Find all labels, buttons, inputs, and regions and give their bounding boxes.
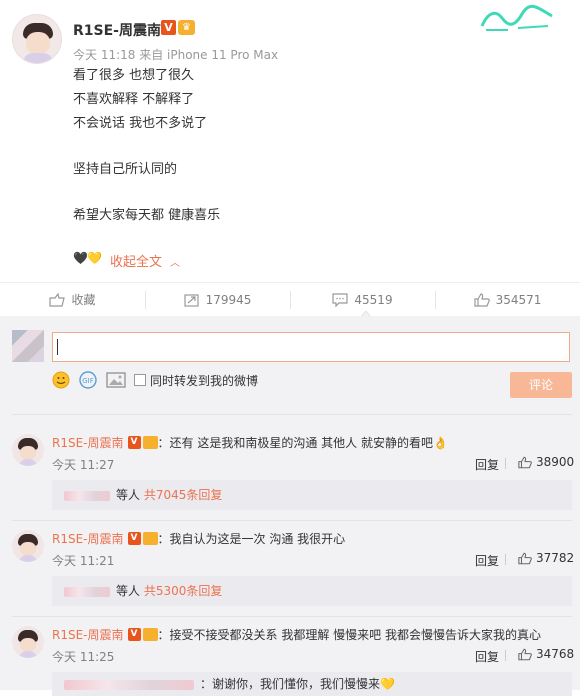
comment-body: R1SE-周震南 V ：我自认为这是一次 沟通 我很开心 [52,530,345,547]
collapse-link[interactable]: 收起全文 ︿ [110,251,180,270]
repost-count: 179945 [205,292,252,307]
action-bar: 收藏 179945 45519 354571 [0,282,580,316]
comment-like-count: 34768 [536,647,575,661]
like-button[interactable]: 354571 [435,283,580,316]
verified-icon: V [161,20,176,35]
weibo-post: R1SE-周震南 V ♛ 今天 11:18 来自 iPhone 11 Pro M… [0,0,580,280]
svg-text:GIF: GIF [82,377,94,385]
thumbs-up-icon [518,648,532,660]
commenter-avatar[interactable] [12,530,44,562]
repost-checkbox-label[interactable]: 同时转发到我的微博 [150,372,258,389]
crown-icon [142,628,158,641]
emoji-icon[interactable] [52,371,70,389]
reply-button[interactable]: 回复 [475,648,499,665]
thumbs-up-icon [518,456,532,468]
post-line: 希望大家每天都 健康喜乐 [73,208,221,223]
favorite-button[interactable]: 收藏 [0,283,145,316]
comment-icon [332,292,349,307]
comment-time: 今天 11:21 [52,554,115,568]
submit-comment-button[interactable]: 评论 [510,372,572,398]
image-icon[interactable] [106,371,126,389]
comment-input[interactable] [52,332,570,362]
repost-icon [183,293,199,307]
like-count: 354571 [495,292,542,307]
repost-button[interactable]: 179945 [145,283,290,316]
post-line: 坚持自己所认同的 [73,162,178,177]
comment-text: ：还有 这是我和南极星的沟通 其他人 就安静的看吧👌 [157,436,448,450]
comment-section: GIF 同时转发到我的微博 评论 R1SE-周震南 V ：还有 这是我和南极星的… [0,316,580,696]
verified-icon: V [127,436,141,449]
divider [505,554,506,565]
sub-replies[interactable]: 等人 共7045条回复 [52,480,572,510]
post-line-blank [73,136,220,158]
post-content: 看了很多 也想了很久 不喜欢解释 不解释了 不会说话 我也不多说了 坚持自己所认… [73,64,220,228]
post-line: 不喜欢解释 不解释了 [73,92,195,107]
favorite-label: 收藏 [71,293,96,307]
sub-replies[interactable]: 等人 共5300条回复 [52,576,572,606]
divider [12,616,572,617]
comment-time: 今天 11:25 [52,650,115,664]
verified-icon: V [127,628,141,641]
repost-checkbox[interactable] [134,374,146,386]
comment-body: R1SE-周震南 V ：接受不接受都没关系 我都理解 慢慢来吧 我都会慢慢告诉大… [52,626,541,643]
thumbs-up-icon [518,552,532,564]
author-avatar[interactable] [12,14,62,64]
post-line: 看了很多 也想了很久 [73,68,195,83]
commenter-name[interactable]: R1SE-周震南 [52,530,124,547]
crown-icon [142,532,158,545]
divider [505,650,506,661]
thumbs-up-icon [473,292,490,307]
crown-icon: ♛ [178,20,195,35]
commenter-name[interactable]: R1SE-周震南 [52,626,124,643]
reply-button[interactable]: 回复 [475,552,499,569]
chevron-up-icon: ︿ [170,258,181,269]
comment-time: 今天 11:27 [52,458,115,472]
comment-like-count: 37782 [536,551,575,565]
comment-like-count: 38900 [536,455,575,469]
comment-text: ：我自认为这是一次 沟通 我很开心 [157,532,346,546]
sub-replies-count[interactable]: 共7045条回复 [144,488,223,502]
divider [505,458,506,469]
blurred-names [64,679,194,690]
crown-icon [142,436,158,449]
post-meta: 今天 11:18 来自 iPhone 11 Pro Max [73,48,279,62]
post-line-blank [73,182,220,204]
verified-icon: V [127,532,141,545]
post-line: 不会说话 我也不多说了 [73,116,208,131]
collapse-label: 收起全文 [110,255,163,270]
commenter-name[interactable]: R1SE-周震南 [52,434,124,451]
current-user-avatar [12,330,44,362]
commenter-avatar[interactable] [12,434,44,466]
hearts-emoji: 🖤💛 [73,251,102,265]
comment-like-button[interactable]: 38900 [518,455,574,469]
reply-button[interactable]: 回复 [475,456,499,473]
sub-replies-count[interactable]: 共5300条回复 [144,584,223,598]
composer-tools: GIF 同时转发到我的微博 [52,371,258,389]
brand-logo [480,4,553,31]
divider [12,520,572,521]
blurred-names [64,490,110,501]
sub-reply-preview[interactable]: ：谢谢你，我们懂你，我们慢慢来💛 [52,672,572,696]
comment-body: R1SE-周震南 V ：还有 这是我和南极星的沟通 其他人 就安静的看吧👌 [52,434,448,451]
comment-text: ：接受不接受都没关系 我都理解 慢慢来吧 我都会慢慢告诉大家我的真心 [157,628,541,642]
favorite-icon [49,292,66,307]
gif-icon[interactable]: GIF [78,371,98,389]
comment-count: 45519 [354,292,393,307]
comment-like-button[interactable]: 34768 [518,647,574,661]
sub-replies-suffix: 等人 [116,488,141,502]
sub-reply-text: ：谢谢你，我们懂你，我们慢慢来💛 [200,677,395,691]
author-name[interactable]: R1SE-周震南 [73,20,161,40]
comment-like-button[interactable]: 37782 [518,551,574,565]
divider [12,414,572,415]
blurred-names [64,586,110,597]
sub-replies-suffix: 等人 [116,584,141,598]
commenter-avatar[interactable] [12,626,44,658]
